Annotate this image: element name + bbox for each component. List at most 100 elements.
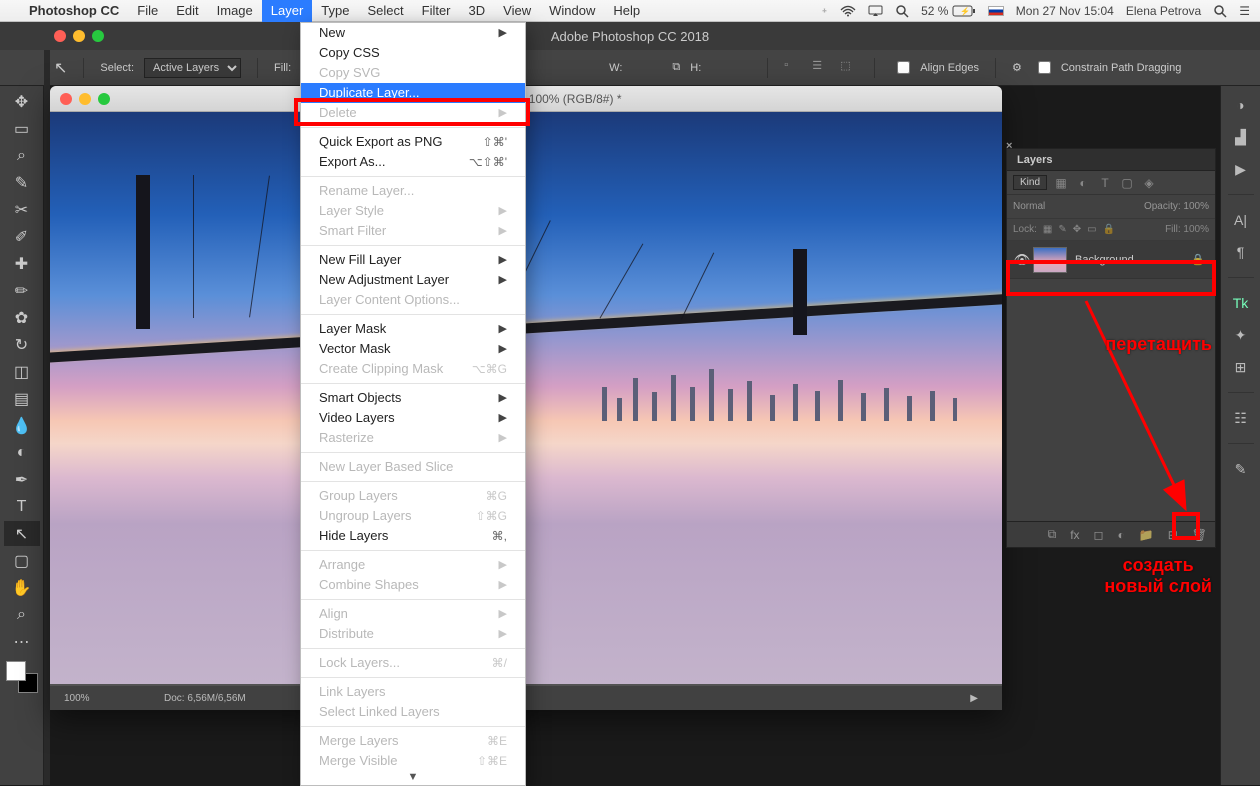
zoom-button[interactable] bbox=[92, 30, 104, 42]
filter-smart-icon[interactable]: ◈ bbox=[1141, 175, 1157, 191]
app-menu[interactable]: Photoshop CC bbox=[20, 0, 128, 22]
layer-filter-kind[interactable]: Kind bbox=[1013, 175, 1047, 190]
marquee-tool[interactable]: ▭ bbox=[4, 116, 40, 141]
menu-3d[interactable]: 3D bbox=[460, 0, 495, 22]
menu-file[interactable]: File bbox=[128, 0, 167, 22]
path-align-icon[interactable]: ☰ bbox=[812, 59, 830, 77]
panel-icon-3[interactable]: ☷ bbox=[1227, 407, 1255, 429]
menu-help[interactable]: Help bbox=[604, 0, 649, 22]
lock-position-icon[interactable]: ✥ bbox=[1073, 224, 1081, 235]
clock[interactable]: Mon 27 Nov 15:04 bbox=[1016, 4, 1114, 18]
paragraph-panel-icon[interactable]: ¶ bbox=[1227, 241, 1255, 263]
menu-item-duplicate-layer[interactable]: Duplicate Layer... bbox=[301, 83, 525, 103]
path-selection-tool[interactable]: ↖ bbox=[4, 521, 40, 546]
menu-item-new[interactable]: New▶ bbox=[301, 23, 525, 43]
fill-value[interactable]: 100% bbox=[1183, 224, 1209, 235]
fx-icon[interactable]: fx bbox=[1070, 528, 1079, 542]
quick-select-tool[interactable]: ✎ bbox=[4, 170, 40, 195]
search-icon-2[interactable] bbox=[1213, 4, 1227, 18]
menu-item-copy-css[interactable]: Copy CSS bbox=[301, 43, 525, 63]
constrain-checkbox[interactable] bbox=[1038, 61, 1051, 74]
filter-pixel-icon[interactable]: ▦ bbox=[1053, 175, 1069, 191]
menu-edit[interactable]: Edit bbox=[167, 0, 207, 22]
bluetooth-icon[interactable]: ᛭ bbox=[821, 4, 828, 18]
doc-minimize-button[interactable] bbox=[79, 93, 91, 105]
menu-type[interactable]: Type bbox=[312, 0, 358, 22]
pen-tool[interactable]: ✒ bbox=[4, 467, 40, 492]
search-icon[interactable] bbox=[895, 4, 909, 18]
history-brush-tool[interactable]: ↻ bbox=[4, 332, 40, 357]
menu-item-export-as[interactable]: Export As...⌥⇧⌘' bbox=[301, 152, 525, 172]
lock-pixels-icon[interactable]: ▦ bbox=[1043, 224, 1052, 235]
new-layer-icon[interactable]: ⊞ bbox=[1168, 528, 1178, 542]
menu-item-smart-objects[interactable]: Smart Objects▶ bbox=[301, 388, 525, 408]
zoom-tool[interactable]: ⌕ bbox=[4, 602, 40, 627]
stamp-tool[interactable]: ✿ bbox=[4, 305, 40, 330]
lock-artboard-icon[interactable]: ▭ bbox=[1087, 224, 1096, 235]
close-button[interactable] bbox=[54, 30, 66, 42]
link-layers-icon[interactable]: ⧉ bbox=[1048, 527, 1057, 542]
character-panel-icon[interactable]: A| bbox=[1227, 209, 1255, 231]
menu-filter[interactable]: Filter bbox=[413, 0, 460, 22]
menu-item-quick-export-as-png[interactable]: Quick Export as PNG⇧⌘' bbox=[301, 132, 525, 152]
eyedropper-tool[interactable]: ✐ bbox=[4, 224, 40, 249]
layer-lock-icon[interactable]: 🔒 bbox=[1191, 253, 1205, 266]
visibility-toggle-icon[interactable]: 👁 bbox=[1011, 252, 1033, 268]
doc-close-button[interactable] bbox=[60, 93, 72, 105]
filter-adjustment-icon[interactable]: ◐ bbox=[1075, 175, 1091, 191]
blend-mode-select[interactable]: Normal bbox=[1013, 201, 1045, 212]
path-arrange-icon[interactable]: ⬚ bbox=[840, 59, 858, 77]
menu-layer[interactable]: Layer bbox=[262, 0, 313, 22]
filter-type-icon[interactable]: T bbox=[1097, 175, 1113, 191]
layer-name[interactable]: Background bbox=[1075, 254, 1134, 266]
layer-item-background[interactable]: 👁 Background 🔒 bbox=[1007, 241, 1215, 279]
path-operation-icon[interactable]: ▫ bbox=[784, 59, 802, 77]
color-panel-icon[interactable]: ◑ bbox=[1227, 94, 1255, 116]
gear-icon[interactable]: ⚙ bbox=[1012, 61, 1022, 74]
panel-close-icon[interactable]: × bbox=[1006, 135, 1012, 157]
canvas[interactable] bbox=[50, 112, 1002, 684]
mask-icon[interactable]: ◻ bbox=[1094, 528, 1104, 542]
play-panel-icon[interactable]: ▶ bbox=[1227, 158, 1255, 180]
lock-brush-icon[interactable]: ✎ bbox=[1058, 224, 1066, 235]
histogram-panel-icon[interactable]: ▟ bbox=[1227, 126, 1255, 148]
menu-item-vector-mask[interactable]: Vector Mask▶ bbox=[301, 339, 525, 359]
doc-zoom-button[interactable] bbox=[98, 93, 110, 105]
adjustment-icon[interactable]: ◐ bbox=[1118, 528, 1125, 542]
lock-all-icon[interactable]: 🔒 bbox=[1103, 224, 1115, 235]
menu-item-video-layers[interactable]: Video Layers▶ bbox=[301, 408, 525, 428]
hand-tool[interactable]: ✋ bbox=[4, 575, 40, 600]
path-selection-tool-icon[interactable]: ↖ bbox=[54, 58, 67, 78]
panel-icon-1[interactable]: ✦ bbox=[1227, 324, 1255, 346]
panel-icon-4[interactable]: ✎ bbox=[1227, 458, 1255, 480]
status-arrow-icon[interactable]: ▶ bbox=[970, 693, 978, 704]
blur-tool[interactable]: 💧 bbox=[4, 413, 40, 438]
airplay-icon[interactable] bbox=[868, 5, 883, 17]
link-wh-icon[interactable]: ⧉ bbox=[672, 61, 680, 74]
group-icon[interactable]: 📁 bbox=[1139, 528, 1154, 542]
tk-panel-icon[interactable]: Tk bbox=[1227, 292, 1255, 314]
minimize-button[interactable] bbox=[73, 30, 85, 42]
color-swatches[interactable] bbox=[6, 661, 38, 693]
menu-window[interactable]: Window bbox=[540, 0, 604, 22]
wifi-icon[interactable] bbox=[840, 5, 856, 17]
gradient-tool[interactable]: ▤ bbox=[4, 386, 40, 411]
menu-item-hide-layers[interactable]: Hide Layers⌘, bbox=[301, 526, 525, 546]
eraser-tool[interactable]: ◫ bbox=[4, 359, 40, 384]
crop-tool[interactable]: ✂ bbox=[4, 197, 40, 222]
panel-icon-2[interactable]: ⊞ bbox=[1227, 356, 1255, 378]
delete-layer-icon[interactable]: 🗑 bbox=[1192, 528, 1207, 542]
menu-item-new-adjustment-layer[interactable]: New Adjustment Layer▶ bbox=[301, 270, 525, 290]
healing-tool[interactable]: ✚ bbox=[4, 251, 40, 276]
filter-shape-icon[interactable]: ▢ bbox=[1119, 175, 1135, 191]
user-name[interactable]: Elena Petrova bbox=[1126, 4, 1201, 18]
more-tools[interactable]: ⋯ bbox=[4, 629, 40, 654]
menu-item-new-fill-layer[interactable]: New Fill Layer▶ bbox=[301, 250, 525, 270]
align-edges-checkbox[interactable] bbox=[897, 61, 910, 74]
input-source-flag[interactable] bbox=[988, 6, 1004, 16]
rectangle-tool[interactable]: ▢ bbox=[4, 548, 40, 573]
layers-tab[interactable]: × Layers bbox=[1007, 149, 1215, 171]
select-dropdown[interactable]: Active Layers bbox=[144, 58, 241, 78]
dodge-tool[interactable]: ◐ bbox=[4, 440, 40, 465]
menu-select[interactable]: Select bbox=[358, 0, 412, 22]
